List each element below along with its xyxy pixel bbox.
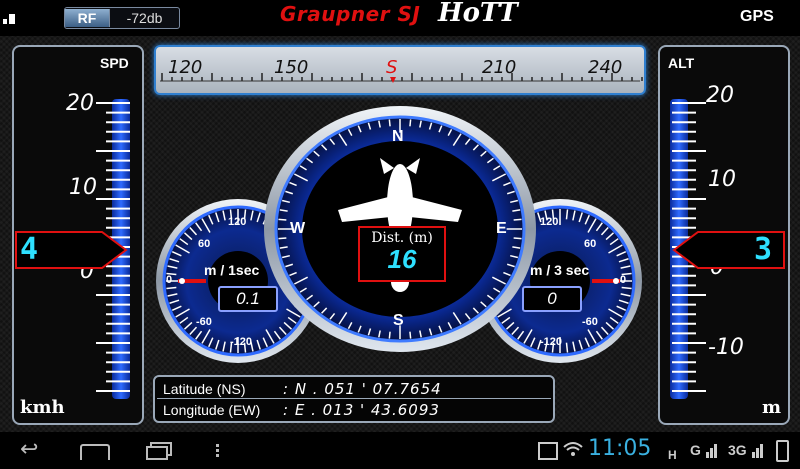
rg-tick-minus120: -120 xyxy=(540,336,563,348)
wifi-icon xyxy=(563,442,583,456)
distance-value: 16 xyxy=(387,244,417,274)
latitude-value: : N . 051 ' 07.7654 xyxy=(283,380,442,398)
signal-bars-icon xyxy=(706,440,720,458)
coord-divider xyxy=(157,398,551,399)
gallery-icon xyxy=(538,442,558,460)
altitude-title: ALT xyxy=(668,55,695,71)
lg-tick-60: 60 xyxy=(198,238,211,250)
system-nav-bar: ↩ 11:05 H G 3G xyxy=(0,432,800,469)
heading-tick-240: 240 xyxy=(588,57,623,78)
coordinates-box: Latitude (NS) : N . 051 ' 07.7654 Longit… xyxy=(153,375,555,423)
rg-tick-60: 60 xyxy=(584,238,597,250)
lg-tick-minus60: -60 xyxy=(196,316,212,328)
altitude-current-value: 3 xyxy=(754,232,773,267)
speed-title: SPD xyxy=(100,55,129,71)
compass-east: E xyxy=(496,220,507,237)
back-icon[interactable]: ↩ xyxy=(20,436,38,462)
menu-icon[interactable] xyxy=(216,444,219,458)
rf-label: RF xyxy=(65,9,110,27)
network-3g-label: 3G xyxy=(728,442,747,458)
compass-west: W xyxy=(290,220,306,237)
heading-tick-s: S xyxy=(386,57,398,78)
longitude-label: Longitude (EW) xyxy=(163,402,261,418)
brand-product-logo: HoTT xyxy=(438,0,518,28)
speed-scale-20: 20 xyxy=(66,91,94,116)
heading-tick-210: 210 xyxy=(482,57,517,78)
gps-mode-label: GPS xyxy=(740,8,774,25)
speed-scale-10: 10 xyxy=(69,175,97,200)
altitude-scale-10: 10 xyxy=(708,167,736,192)
rg-tick-0: 0 xyxy=(620,274,627,286)
rf-strength-box: RF -72db xyxy=(64,7,180,29)
heading-strip-ticks xyxy=(160,73,643,83)
signal-icon xyxy=(3,14,17,24)
climb-1s-unit: m / 1sec xyxy=(204,262,260,278)
network-g-label: G xyxy=(690,442,701,458)
status-clock: 11:05 xyxy=(588,436,652,461)
altitude-scale-minus10: -10 xyxy=(708,335,744,360)
climb-3s-unit: m / 3 sec xyxy=(530,262,590,278)
distance-box: Dist. (m) 16 xyxy=(358,226,446,282)
lg-tick-minus120: -120 xyxy=(230,336,253,348)
recent-apps-icon[interactable] xyxy=(146,442,172,460)
lg-tick-120: 120 xyxy=(228,216,247,228)
heading-tick-150: 150 xyxy=(274,57,309,78)
altitude-unit: m xyxy=(762,397,782,418)
lg-tick-0: 0 xyxy=(166,274,173,286)
speed-unit: kmh xyxy=(20,397,65,418)
speed-current-value: 4 xyxy=(20,232,39,267)
brand-logo: Graupner SJ xyxy=(280,2,421,26)
altitude-scale-20: 20 xyxy=(706,83,734,108)
battery-icon xyxy=(776,440,789,462)
top-bar: RF -72db Graupner SJ HoTT GPS xyxy=(0,0,800,36)
heading-tick-120: 120 xyxy=(168,57,203,78)
compass-north: N xyxy=(392,128,404,145)
network-h-label: H xyxy=(668,448,677,462)
latitude-label: Latitude (NS) xyxy=(163,381,246,397)
signal-bars-2-icon xyxy=(752,440,766,458)
rg-tick-120: 120 xyxy=(540,216,559,228)
rf-value: -72db xyxy=(126,10,163,26)
climb-3s-value: 0 xyxy=(547,289,557,308)
climb-1s-value: 0.1 xyxy=(236,289,260,308)
longitude-value: : E . 013 ' 43.6093 xyxy=(283,401,440,419)
compass-south: S xyxy=(393,312,404,329)
heading-strip: 120 150 S 210 240 xyxy=(154,45,646,95)
home-icon[interactable] xyxy=(80,444,110,460)
rg-tick-minus60: -60 xyxy=(582,316,598,328)
